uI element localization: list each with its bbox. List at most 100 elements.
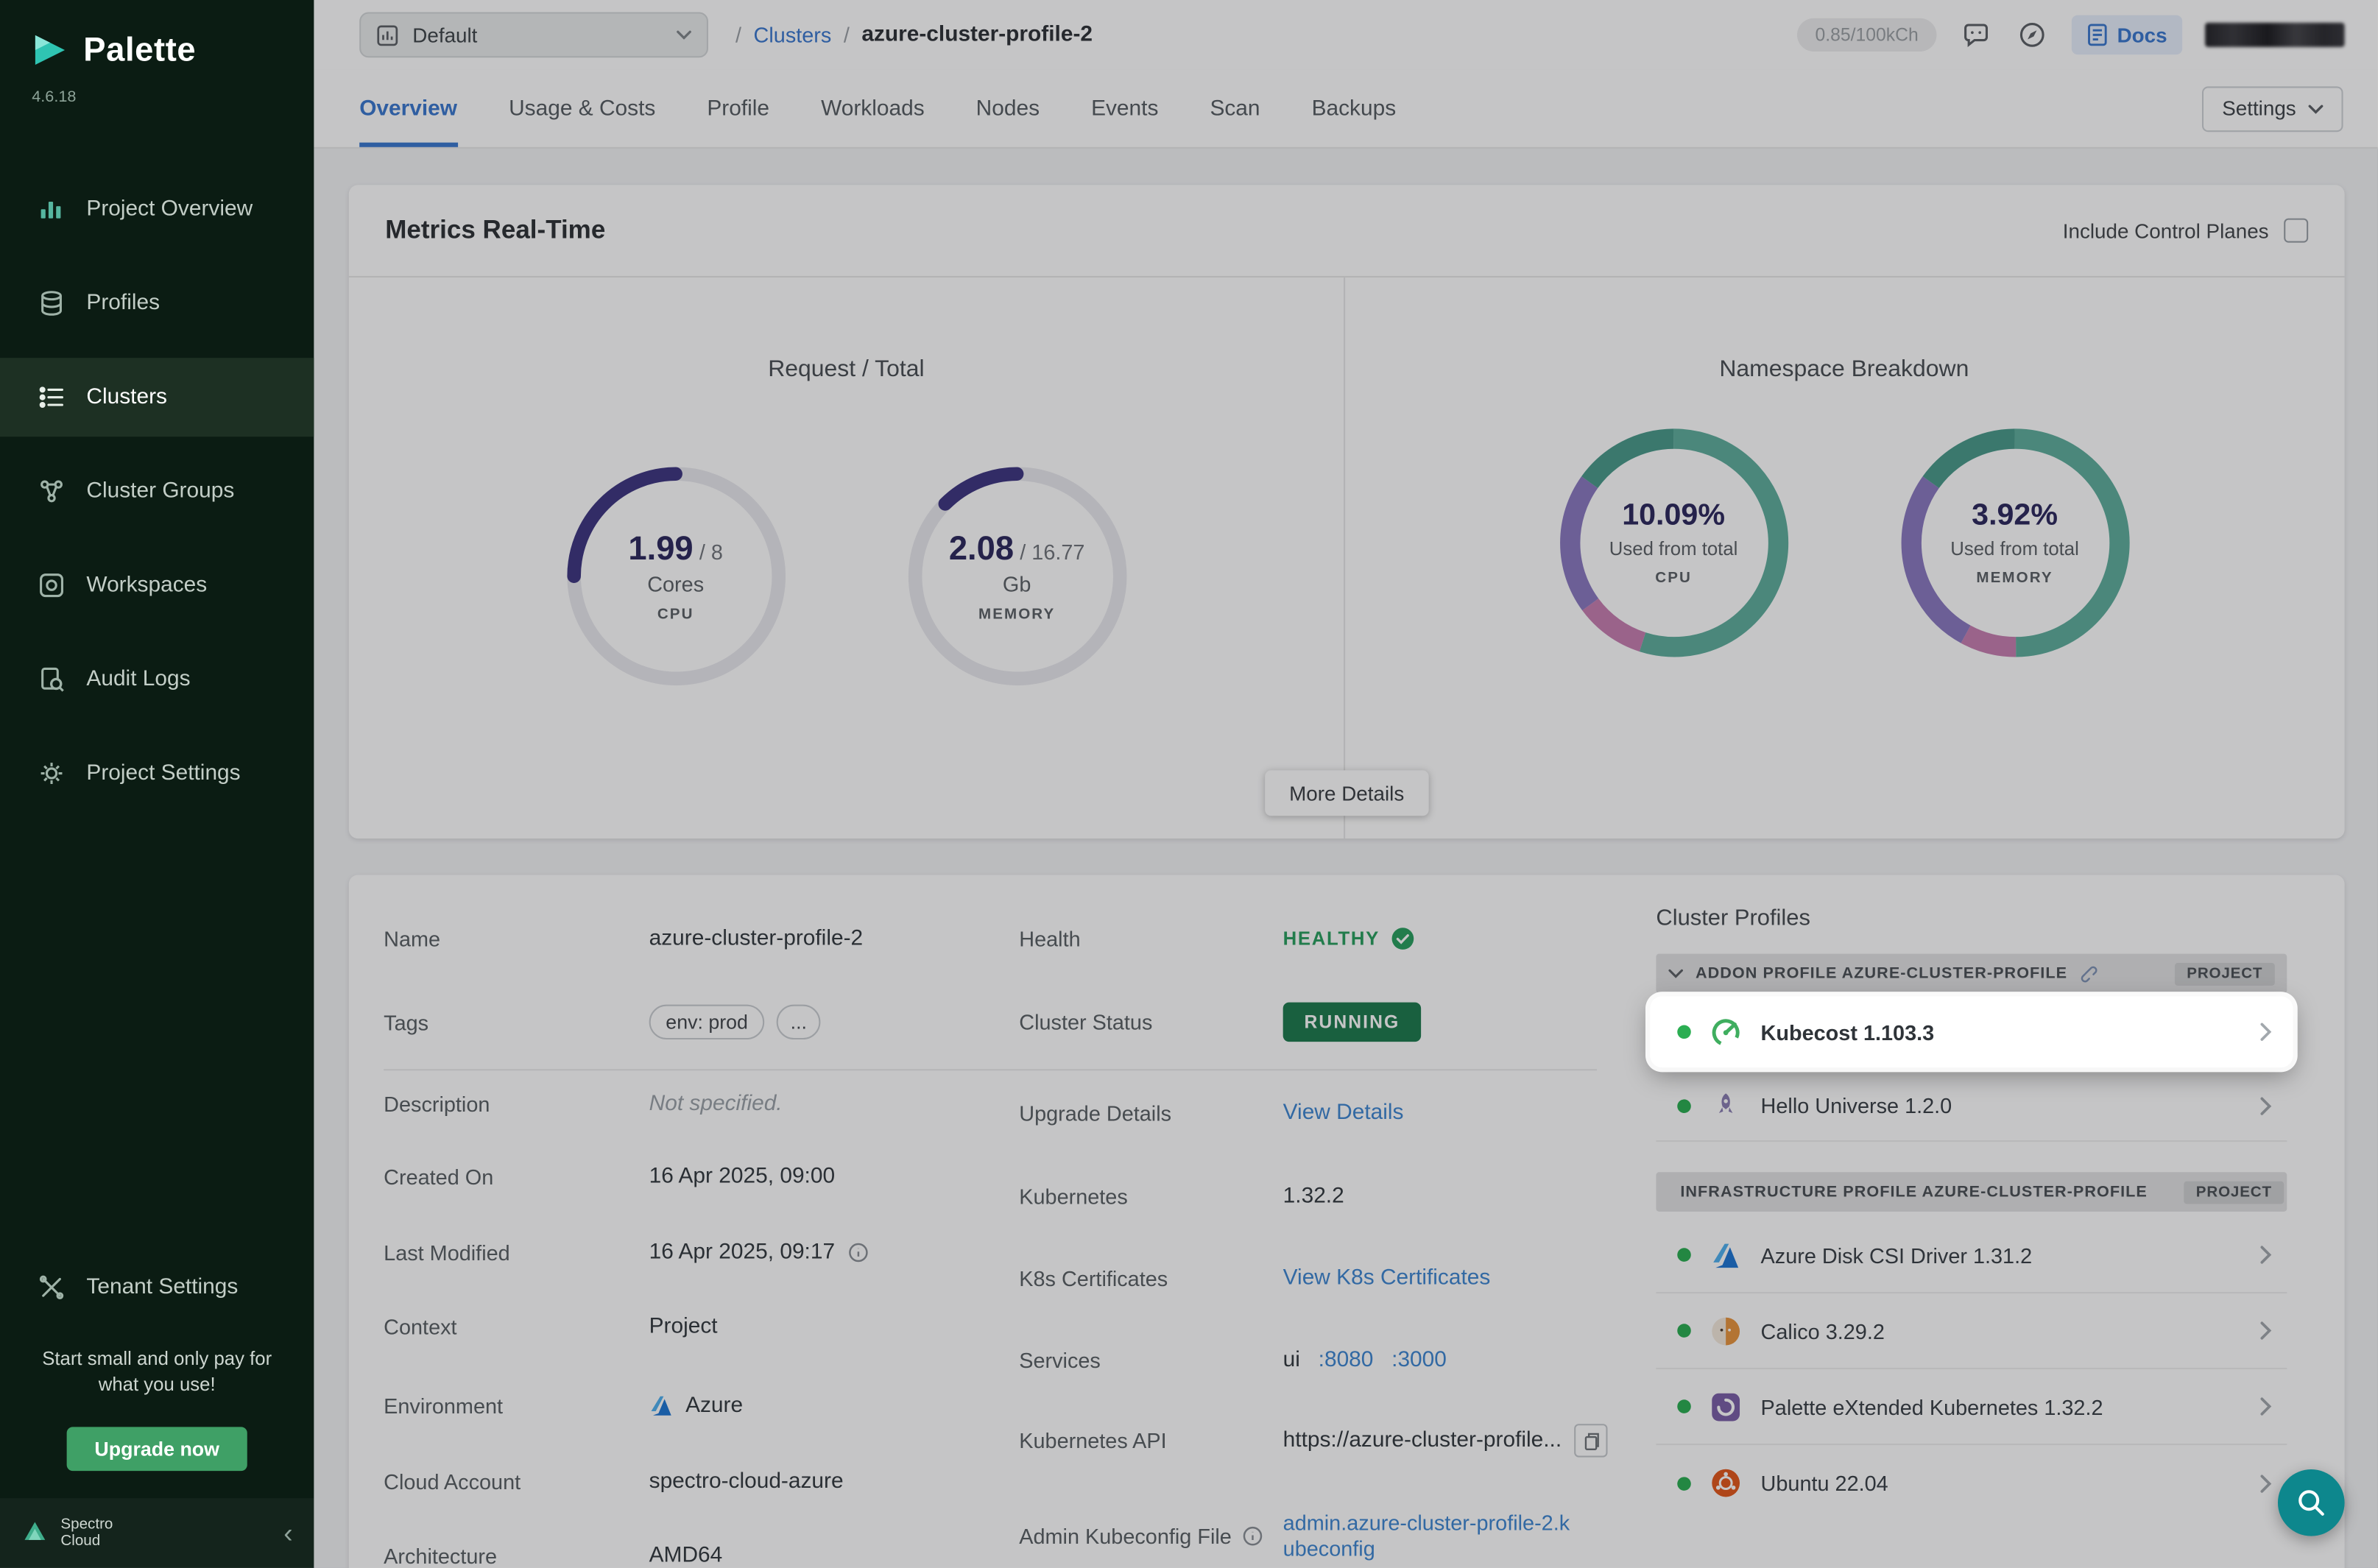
user-menu-redacted[interactable] (2205, 23, 2345, 47)
view-details-link[interactable]: View Details (1283, 1101, 1404, 1125)
check-circle-icon (1390, 927, 1414, 951)
chevron-right-icon (2259, 1245, 2271, 1265)
promo-text: Start small and only pay for what you us… (0, 1346, 314, 1398)
project-selector[interactable]: Default (359, 12, 708, 57)
tags-more-chip[interactable]: ... (777, 1005, 820, 1039)
gauge-label: MEMORY (978, 607, 1055, 624)
detail-label: Services (1019, 1348, 1283, 1372)
sidebar-item-cluster-groups[interactable]: Cluster Groups (0, 452, 314, 531)
settings-button[interactable]: Settings (2202, 85, 2343, 131)
topbar: Default / Clusters / azure-cluster-profi… (314, 0, 2378, 70)
memory-namespace-donut: 3.92% Used from total MEMORY (1897, 425, 2133, 661)
sidebar-item-label: Project Settings (86, 761, 240, 785)
sidebar-item-label: Profiles (86, 292, 160, 316)
tab-overview[interactable]: Overview (359, 70, 457, 147)
detail-label: K8s Certificates (1019, 1266, 1283, 1290)
gauge-value: 1.99 (628, 529, 693, 569)
copy-icon[interactable] (1574, 1424, 1607, 1457)
include-control-planes-label: Include Control Planes (2063, 219, 2269, 242)
detail-row-admin-kubeconfig: Admin Kubeconfig File admin.azure-cluste… (1019, 1511, 1574, 1562)
sidebar-item-label: Audit Logs (86, 667, 190, 691)
detail-row-name: Name azure-cluster-profile-2 (384, 927, 863, 951)
tab-scan[interactable]: Scan (1210, 70, 1260, 147)
tab-profile[interactable]: Profile (707, 70, 769, 147)
sidebar-item-tenant-settings[interactable]: Tenant Settings (0, 1248, 314, 1327)
sidebar-footer: Spectro Cloud ‹ (0, 1498, 314, 1568)
tab-usage-costs[interactable]: Usage & Costs (509, 70, 655, 147)
project-scope-badge: PROJECT (2175, 962, 2275, 985)
chat-icon[interactable] (1959, 18, 1992, 52)
detail-row-services: Services ui :8080 :3000 (1019, 1348, 1447, 1372)
namespace-breakdown-title: Namespace Breakdown (1344, 356, 2345, 384)
palette-logo: Palette (0, 0, 314, 70)
profile-item-hello-universe[interactable]: Hello Universe 1.2.0 (1656, 1070, 2287, 1142)
breadcrumb-separator: / (844, 23, 850, 47)
tab-nodes[interactable]: Nodes (976, 70, 1040, 147)
compass-icon[interactable] (2016, 18, 2049, 52)
tab-workloads[interactable]: Workloads (821, 70, 925, 147)
project-scope-badge: PROJECT (2184, 1181, 2284, 1204)
running-status-badge: RUNNING (1283, 1003, 1421, 1042)
sidebar-item-label: Clusters (86, 385, 167, 409)
link-icon (2080, 964, 2100, 983)
breadcrumb-clusters-link[interactable]: Clusters (754, 23, 832, 47)
sidebar-item-project-overview[interactable]: Project Overview (0, 170, 314, 249)
cluster-profiles-panel: Cluster Profiles ADDON PROFILE AZURE-CLU… (1656, 905, 2287, 1521)
tab-backups[interactable]: Backups (1312, 70, 1397, 147)
sidebar-item-clusters[interactable]: Clusters (0, 358, 314, 437)
detail-label: Kubernetes (1019, 1184, 1283, 1209)
detail-value: 16 Apr 2025, 09:17 (649, 1240, 835, 1265)
gear-icon (36, 758, 66, 788)
service-name: ui (1283, 1348, 1300, 1372)
docs-button[interactable]: Docs (2072, 15, 2182, 55)
sidebar-item-label: Workspaces (86, 573, 207, 598)
gauge-unit: Gb (1003, 572, 1031, 596)
profile-item-azure-disk-csi[interactable]: Azure Disk CSI Driver 1.31.2 (1656, 1218, 2287, 1293)
include-control-planes-checkbox[interactable] (2284, 219, 2308, 243)
detail-label: Kubernetes API (1019, 1428, 1283, 1452)
gauge-total: / 8 (699, 540, 723, 564)
view-k8s-certificates-link[interactable]: View K8s Certificates (1283, 1266, 1491, 1290)
content-area: Default / Clusters / azure-cluster-profi… (314, 0, 2378, 1568)
infrastructure-profile-header[interactable]: INFRASTRUCTURE PROFILE AZURE-CLUSTER-PRO… (1656, 1172, 2287, 1212)
metrics-card: Metrics Real-Time Include Control Planes… (349, 185, 2345, 838)
workspace-icon (36, 571, 66, 601)
sidebar-item-workspaces[interactable]: Workspaces (0, 546, 314, 625)
gauge-total: / 16.77 (1020, 540, 1084, 564)
sidebar-item-audit-logs[interactable]: Audit Logs (0, 640, 314, 718)
sidebar-item-profiles[interactable]: Profiles (0, 264, 314, 342)
profile-item-kubecost[interactable]: Kubecost 1.103.3 (1650, 996, 2293, 1067)
detail-label: Created On (384, 1165, 649, 1189)
profile-item-label: Azure Disk CSI Driver 1.31.2 (1761, 1243, 2243, 1267)
detail-label: Last Modified (384, 1240, 649, 1265)
detail-value: 16 Apr 2025, 09:00 (649, 1165, 835, 1189)
more-details-button[interactable]: More Details (1265, 770, 1428, 816)
palette-app: Palette 4.6.18 Project Overview Profiles (0, 0, 2378, 1568)
kubernetes-api-url: https://azure-cluster-profile... (1283, 1428, 1562, 1452)
sidebar-item-label: Cluster Groups (86, 479, 234, 504)
profile-item-label: Calico 3.29.2 (1761, 1318, 2243, 1343)
service-port-link[interactable]: :8080 (1319, 1348, 1374, 1372)
profile-item-label: Kubecost 1.103.3 (1761, 1020, 2243, 1044)
kubeconfig-file-link[interactable]: admin.azure-cluster-profile-2.kubeconfig (1283, 1511, 1575, 1562)
service-port-link[interactable]: :3000 (1391, 1348, 1447, 1372)
tab-events[interactable]: Events (1091, 70, 1158, 147)
divider (384, 1069, 1597, 1070)
search-fab-button[interactable] (2278, 1469, 2345, 1536)
status-dot (1677, 1025, 1691, 1039)
detail-row-environment: Environment Azure (384, 1394, 743, 1418)
profile-item-ubuntu[interactable]: Ubuntu 22.04 (1656, 1445, 2287, 1521)
sidebar-item-project-settings[interactable]: Project Settings (0, 734, 314, 813)
sidebar-collapse-chevron[interactable]: ‹ (283, 1519, 292, 1547)
upgrade-button[interactable]: Upgrade now (67, 1427, 247, 1471)
detail-label: Admin Kubeconfig File (1019, 1524, 1232, 1548)
metrics-title: Metrics Real-Time (385, 216, 605, 246)
kubecost-icon (1707, 1014, 1743, 1050)
donut-caption: Used from total (1609, 538, 1738, 559)
profile-item-calico[interactable]: Calico 3.29.2 (1656, 1293, 2287, 1369)
profile-item-palette-extended-kubernetes[interactable]: Palette eXtended Kubernetes 1.32.2 (1656, 1369, 2287, 1445)
gauge-label: CPU (657, 607, 694, 624)
detail-value: Not specified. (649, 1092, 783, 1116)
addon-profile-header[interactable]: ADDON PROFILE AZURE-CLUSTER-PROFILE PROJ… (1656, 954, 2287, 994)
cluster-profiles-title: Cluster Profiles (1656, 905, 2287, 931)
